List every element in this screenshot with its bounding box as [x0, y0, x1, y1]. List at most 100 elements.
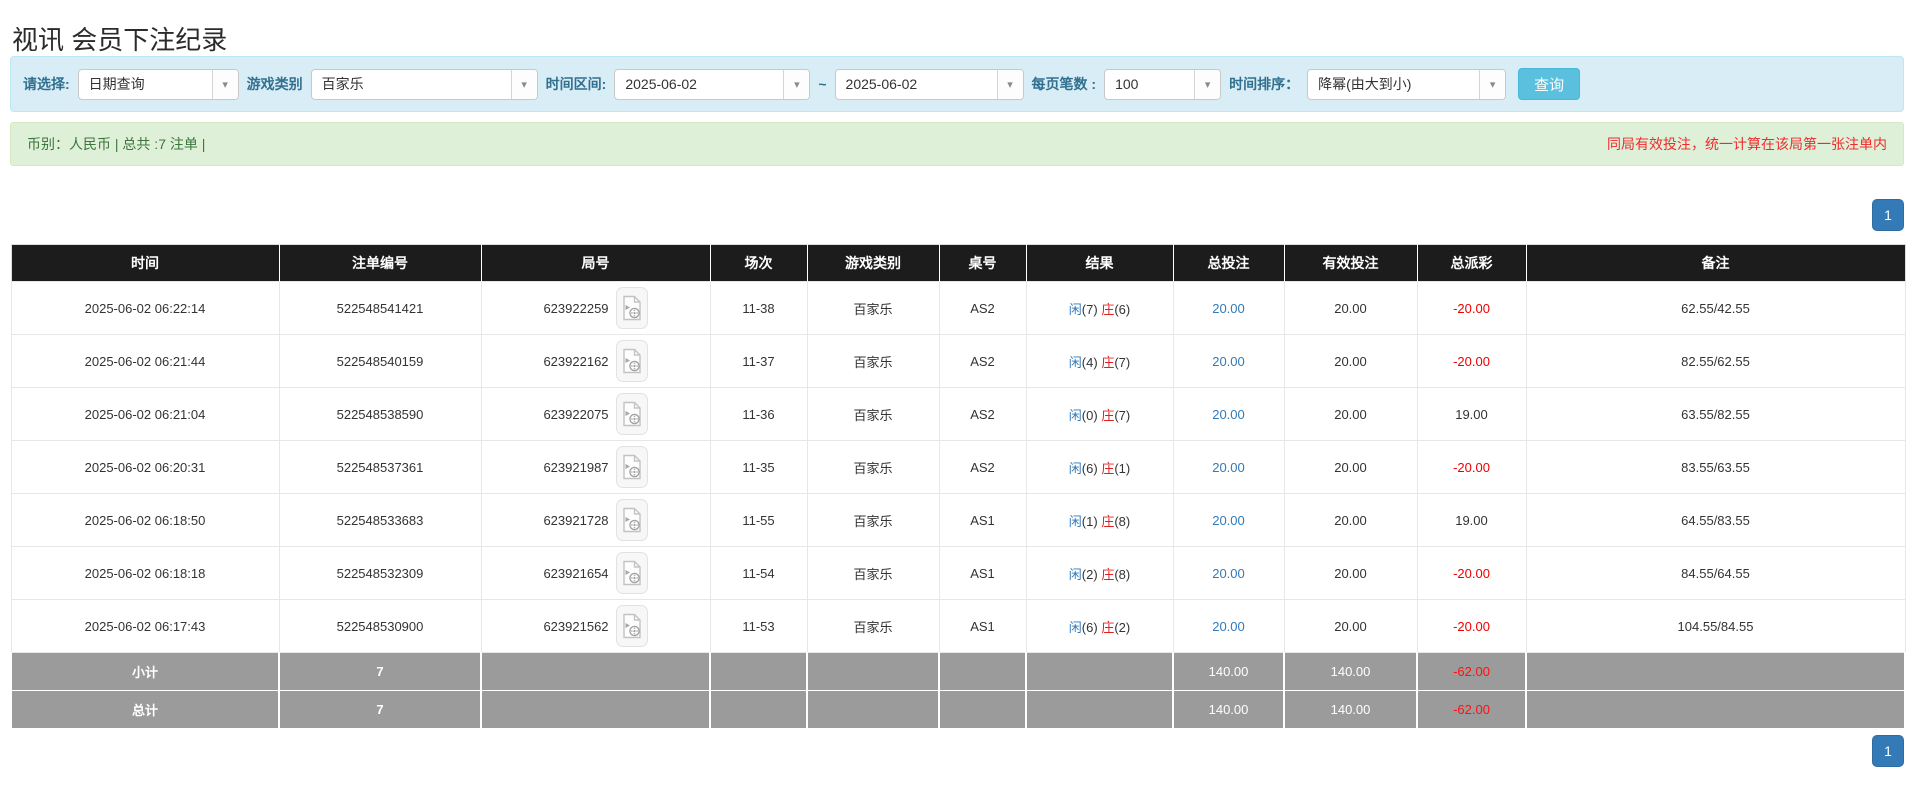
video-replay-button[interactable]	[616, 393, 648, 435]
chevron-down-icon[interactable]: ▾	[997, 70, 1023, 99]
round-wrap: 623922259	[482, 287, 710, 329]
cell-session: 11-37	[710, 335, 807, 388]
chevron-down-icon[interactable]: ▾	[212, 70, 238, 99]
cell-remark: 64.55/83.55	[1526, 494, 1905, 547]
total-bet-link[interactable]: 20.00	[1212, 513, 1245, 528]
total-bet-link[interactable]: 20.00	[1212, 566, 1245, 581]
cell-session: 11-55	[710, 494, 807, 547]
table-row: 2025-06-02 06:18:18522548532309623921654…	[11, 547, 1905, 600]
cell-round-number: 623921987	[481, 441, 710, 494]
result-banker-label: 庄	[1101, 514, 1114, 529]
filter-bar: 请选择: 日期查询 ▾ 游戏类别 百家乐 ▾ 时间区间: 2025-06-02 …	[10, 56, 1904, 112]
date-from-select[interactable]: 2025-06-02 ▾	[614, 69, 810, 100]
pagination-top: 1	[10, 199, 1904, 231]
cell-round-number: 623921562	[481, 600, 710, 653]
search-button[interactable]: 查询	[1518, 68, 1580, 100]
cell-remark: 83.55/63.55	[1526, 441, 1905, 494]
cell-remark: 84.55/64.55	[1526, 547, 1905, 600]
table-header: 时间注单编号局号场次游戏类别桌号结果总投注有效投注总派彩备注	[11, 245, 1905, 282]
cell-round-number: 623922259	[481, 282, 710, 335]
cell-time: 2025-06-02 06:18:50	[11, 494, 279, 547]
cell-payout: 19.00	[1417, 388, 1526, 441]
result-banker-score: (2)	[1114, 620, 1130, 635]
cell-payout: -20.00	[1417, 600, 1526, 653]
summary-total-bet: 140.00	[1173, 691, 1284, 729]
game-type-select[interactable]: 百家乐 ▾	[311, 69, 538, 100]
round-wrap: 623922075	[482, 393, 710, 435]
result-player-label: 闲	[1069, 567, 1082, 582]
video-replay-button[interactable]	[616, 552, 648, 594]
pagination-bottom: 1	[10, 735, 1904, 767]
cell-table-number: AS2	[939, 388, 1026, 441]
video-file-icon	[622, 295, 642, 321]
page-size-label: 每页笔数 :	[1032, 74, 1097, 94]
chevron-down-icon[interactable]: ▾	[1194, 70, 1220, 99]
result-player-score: (6)	[1082, 620, 1098, 635]
chevron-down-icon[interactable]: ▾	[511, 70, 537, 99]
result-banker-score: (8)	[1114, 514, 1130, 529]
chevron-down-icon[interactable]: ▾	[1479, 70, 1505, 99]
cell-valid-bet: 20.00	[1284, 441, 1417, 494]
round-number-text: 623922259	[543, 301, 608, 316]
cell-time: 2025-06-02 06:21:04	[11, 388, 279, 441]
total-bet-link[interactable]: 20.00	[1212, 407, 1245, 422]
page-button-1[interactable]: 1	[1872, 735, 1904, 767]
total-bet-link[interactable]: 20.00	[1212, 301, 1245, 316]
table-row: 2025-06-02 06:21:04522548538590623922075…	[11, 388, 1905, 441]
summary-label: 小计	[11, 653, 279, 691]
summary-empty-cell	[1026, 653, 1173, 691]
cell-session: 11-54	[710, 547, 807, 600]
summary-count: 7	[279, 691, 481, 729]
cell-round-number: 623922075	[481, 388, 710, 441]
summary-count: 7	[279, 653, 481, 691]
cell-total-bet: 20.00	[1173, 547, 1284, 600]
page-size-value: 100	[1105, 76, 1194, 92]
cell-result: 闲(4) 庄(7)	[1026, 335, 1173, 388]
total-row: 总计7140.00140.00-62.00	[11, 691, 1905, 729]
cell-payout: 19.00	[1417, 494, 1526, 547]
result-player-score: (2)	[1082, 567, 1098, 582]
total-bet-link[interactable]: 20.00	[1212, 460, 1245, 475]
result-player-score: (1)	[1082, 514, 1098, 529]
result-banker-label: 庄	[1101, 567, 1114, 582]
cell-table-number: AS2	[939, 282, 1026, 335]
summary-empty-cell	[481, 691, 710, 729]
cell-remark: 82.55/62.55	[1526, 335, 1905, 388]
query-type-label: 请选择:	[23, 74, 70, 94]
cell-valid-bet: 20.00	[1284, 547, 1417, 600]
round-wrap: 623921654	[482, 552, 710, 594]
total-bet-link[interactable]: 20.00	[1212, 619, 1245, 634]
query-type-select[interactable]: 日期查询 ▾	[78, 69, 239, 100]
cell-remark: 104.55/84.55	[1526, 600, 1905, 653]
cell-total-bet: 20.00	[1173, 388, 1284, 441]
cell-valid-bet: 20.00	[1284, 335, 1417, 388]
summary-empty-cell	[939, 691, 1026, 729]
summary-empty-cell	[939, 653, 1026, 691]
cell-remark: 62.55/42.55	[1526, 282, 1905, 335]
summary-empty-cell	[807, 653, 939, 691]
cell-total-bet: 20.00	[1173, 494, 1284, 547]
video-replay-button[interactable]	[616, 446, 648, 488]
date-to-select[interactable]: 2025-06-02 ▾	[835, 69, 1024, 100]
cell-remark: 63.55/82.55	[1526, 388, 1905, 441]
cell-payout: -20.00	[1417, 547, 1526, 600]
cell-session: 11-38	[710, 282, 807, 335]
cell-bet-number: 522548533683	[279, 494, 481, 547]
cell-payout: -20.00	[1417, 335, 1526, 388]
cell-bet-number: 522548538590	[279, 388, 481, 441]
page-button-1[interactable]: 1	[1872, 199, 1904, 231]
total-bet-link[interactable]: 20.00	[1212, 354, 1245, 369]
page-size-select[interactable]: 100 ▾	[1104, 69, 1221, 100]
video-replay-button[interactable]	[616, 287, 648, 329]
cell-time: 2025-06-02 06:17:43	[11, 600, 279, 653]
chevron-down-icon[interactable]: ▾	[783, 70, 809, 99]
video-replay-button[interactable]	[616, 340, 648, 382]
summary-valid-bet: 140.00	[1284, 653, 1417, 691]
round-wrap: 623921728	[482, 499, 710, 541]
time-sort-select[interactable]: 降幂(由大到小) ▾	[1307, 69, 1506, 100]
result-banker-score: (6)	[1114, 302, 1130, 317]
video-replay-button[interactable]	[616, 605, 648, 647]
query-type-value: 日期查询	[79, 74, 212, 94]
video-file-icon	[622, 507, 642, 533]
video-replay-button[interactable]	[616, 499, 648, 541]
